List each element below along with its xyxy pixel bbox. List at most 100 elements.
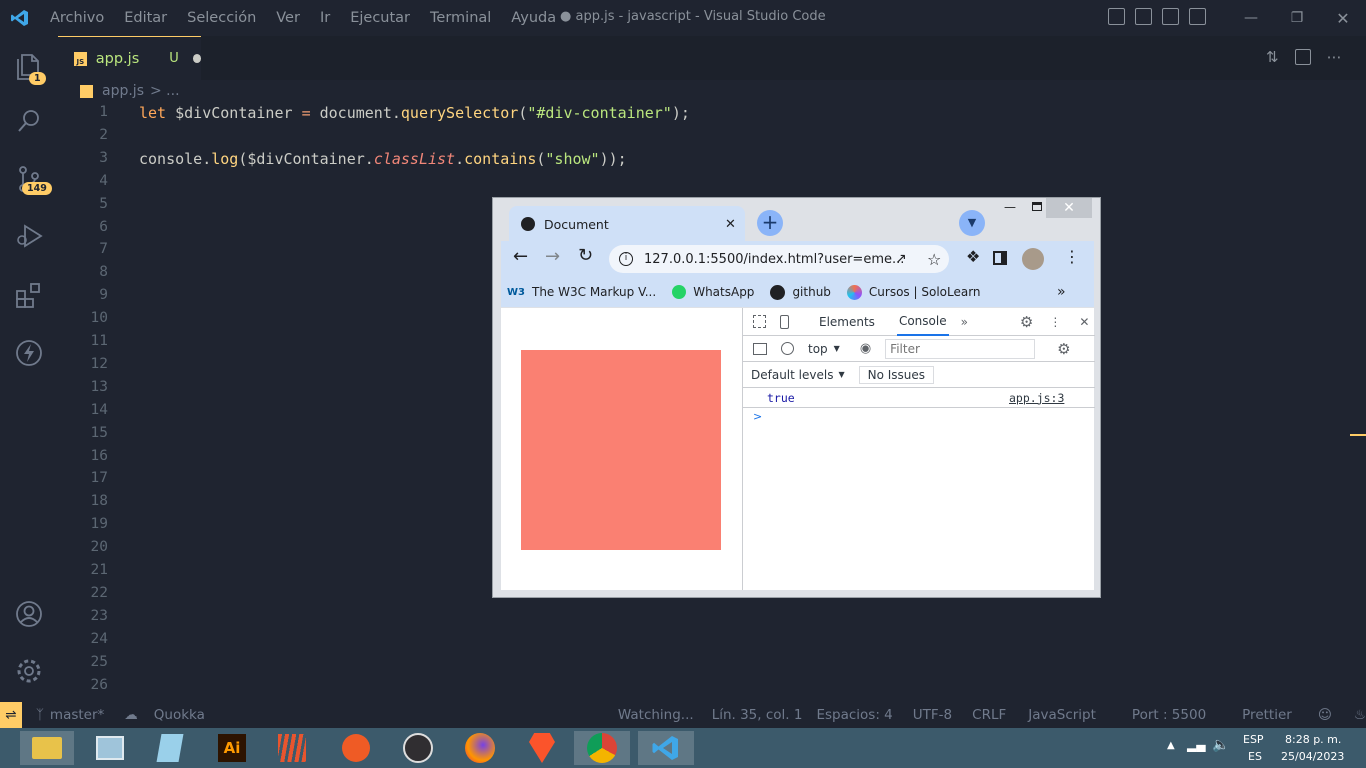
context-select[interactable]: top — [808, 342, 828, 356]
git-branch[interactable]: master* — [50, 707, 104, 723]
devtools-settings-gear-icon[interactable]: ⚙ — [1020, 313, 1033, 331]
postman-icon[interactable] — [332, 731, 380, 765]
device-toolbar-icon[interactable] — [780, 314, 789, 329]
end-of-line[interactable]: CRLF — [972, 707, 1006, 723]
show-sidebar-icon[interactable] — [753, 342, 767, 355]
menu-ver[interactable]: Ver — [266, 10, 310, 26]
scrollbar-marker[interactable] — [1350, 434, 1366, 436]
task-manager-icon[interactable] — [86, 731, 134, 765]
menu-ayuda[interactable]: Ayuda — [501, 10, 566, 26]
live-server-port[interactable]: Port : 5500 — [1132, 707, 1206, 723]
sync-icon[interactable]: ☁ — [124, 707, 138, 723]
code-line-3[interactable]: console.log($divContainer.classList.cont… — [139, 150, 627, 168]
notifications-bell-icon[interactable]: ♨ — [1354, 707, 1366, 723]
console-settings-gear-icon[interactable]: ⚙ — [1057, 340, 1070, 358]
remote-icon[interactable]: ⇌ — [0, 702, 22, 728]
chrome-maximize-icon[interactable] — [1032, 202, 1042, 211]
tab-app-js[interactable]: JS app.js U — [58, 36, 201, 80]
share-icon[interactable]: ↗ — [895, 251, 907, 267]
back-arrow-icon[interactable]: ← — [513, 246, 528, 267]
menu-editar[interactable]: Editar — [114, 10, 177, 26]
profile-avatar[interactable] — [1022, 248, 1044, 270]
breadcrumb-rest[interactable]: > ... — [150, 83, 180, 99]
source-control-icon[interactable]: 149 — [0, 154, 58, 204]
clear-console-icon[interactable] — [781, 342, 794, 355]
log-levels-dropdown[interactable]: Default levels — [751, 368, 833, 382]
minimize-icon[interactable]: — — [1228, 10, 1274, 26]
chrome-minimize-icon[interactable]: — — [1004, 200, 1016, 214]
run-debug-icon[interactable] — [0, 211, 58, 261]
live-expression-eye-icon[interactable]: ◉ — [860, 341, 871, 356]
illustrator-icon[interactable]: Ai — [208, 731, 256, 765]
toggle-sidebar-icon[interactable] — [1108, 8, 1125, 25]
chrome-taskbar-icon[interactable] — [574, 731, 630, 765]
side-panel-icon[interactable] — [993, 251, 1007, 265]
prettier-status[interactable]: Prettier — [1242, 707, 1292, 723]
customize-layout-icon[interactable] — [1189, 8, 1206, 25]
tab-search-button[interactable]: ▼ — [959, 210, 985, 236]
menu-terminal[interactable]: Terminal — [420, 10, 501, 26]
watching-status[interactable]: Watching... — [618, 707, 694, 723]
menu-archivo[interactable]: Archivo — [40, 10, 114, 26]
toggle-panel-icon[interactable] — [1135, 8, 1152, 25]
more-tabs-icon[interactable]: » — [961, 315, 968, 329]
toggle-secondary-sidebar-icon[interactable] — [1162, 8, 1179, 25]
bookmark-w3c[interactable]: W3 The W3C Markup V... — [507, 285, 656, 299]
url-text[interactable]: 127.0.0.1:5500/index.html?user=eme... — [644, 252, 904, 267]
code-line-1[interactable]: let $divContainer = document.querySelect… — [139, 104, 690, 122]
cursor-position[interactable]: Lín. 35, col. 1 — [712, 707, 803, 723]
more-actions-icon[interactable]: ⋯ — [1327, 48, 1342, 66]
network-icon[interactable]: ▂▄ — [1187, 738, 1205, 752]
new-tab-button[interactable]: + — [757, 210, 783, 236]
clock-date[interactable]: 25/04/2023 — [1281, 750, 1344, 763]
tab-console[interactable]: Console — [896, 308, 949, 336]
volume-icon[interactable]: 🔈 — [1212, 737, 1229, 753]
brave-icon[interactable] — [518, 731, 566, 765]
tray-up-arrow-icon[interactable]: ▲ — [1167, 740, 1175, 751]
bookmark-github[interactable]: github — [770, 284, 831, 300]
file-explorer-icon[interactable] — [20, 731, 74, 765]
console-filter-input[interactable] — [885, 338, 1036, 359]
menu-ejecutar[interactable]: Ejecutar — [340, 10, 420, 26]
settings-gear-icon[interactable] — [0, 646, 58, 696]
account-icon[interactable] — [0, 589, 58, 639]
menu-ir[interactable]: Ir — [310, 10, 340, 26]
obs-icon[interactable] — [394, 731, 442, 765]
restore-icon[interactable]: ❐ — [1274, 10, 1320, 26]
address-bar[interactable]: i 127.0.0.1:5500/index.html?user=eme... … — [609, 245, 949, 273]
unsaved-dot-icon[interactable] — [192, 54, 201, 63]
compare-changes-icon[interactable]: ⇅ — [1266, 48, 1279, 66]
feedback-icon[interactable]: ☺ — [1318, 707, 1332, 723]
explorer-icon[interactable]: 1 — [0, 42, 58, 92]
reload-icon[interactable]: ↻ — [578, 245, 593, 266]
more-bookmarks-icon[interactable]: » — [1057, 284, 1066, 300]
firefox-icon[interactable] — [456, 731, 504, 765]
search-icon[interactable] — [0, 96, 58, 146]
devtools-menu-icon[interactable]: ⋮ — [1049, 315, 1061, 329]
forward-arrow-icon[interactable]: → — [545, 246, 560, 267]
app-stripes-icon[interactable] — [268, 731, 316, 765]
close-icon[interactable]: ✕ — [1320, 9, 1366, 28]
inspect-element-icon[interactable] — [753, 315, 766, 328]
div-container-square[interactable] — [521, 350, 721, 550]
issues-button[interactable]: No Issues — [858, 365, 935, 384]
bookmark-whatsapp[interactable]: WhatsApp — [672, 285, 754, 299]
extensions-icon[interactable] — [0, 270, 58, 320]
site-info-icon[interactable]: i — [619, 252, 633, 266]
vscode-taskbar-icon[interactable] — [638, 731, 694, 765]
lightning-icon[interactable] — [0, 328, 58, 378]
split-editor-icon[interactable] — [1294, 49, 1311, 65]
chrome-tab-document[interactable]: Document ✕ — [509, 206, 745, 242]
quokka-status[interactable]: Quokka — [154, 707, 205, 723]
tab-elements[interactable]: Elements — [819, 315, 875, 329]
bookmark-sololearn[interactable]: Cursos | SoloLearn — [846, 284, 981, 300]
bookmark-star-icon[interactable]: ☆ — [927, 250, 941, 269]
indentation[interactable]: Espacios: 4 — [816, 707, 892, 723]
breadcrumb-file[interactable]: app.js — [102, 83, 144, 99]
language-mode[interactable]: JavaScript — [1028, 707, 1096, 723]
chrome-menu-icon[interactable]: ⋮ — [1064, 247, 1080, 266]
notepad-icon[interactable] — [146, 731, 194, 765]
chrome-close-icon[interactable]: ✕ — [1046, 198, 1092, 218]
clock-time[interactable]: 8:28 p. m. — [1285, 733, 1341, 746]
extensions-puzzle-icon[interactable]: ❖ — [966, 247, 980, 266]
